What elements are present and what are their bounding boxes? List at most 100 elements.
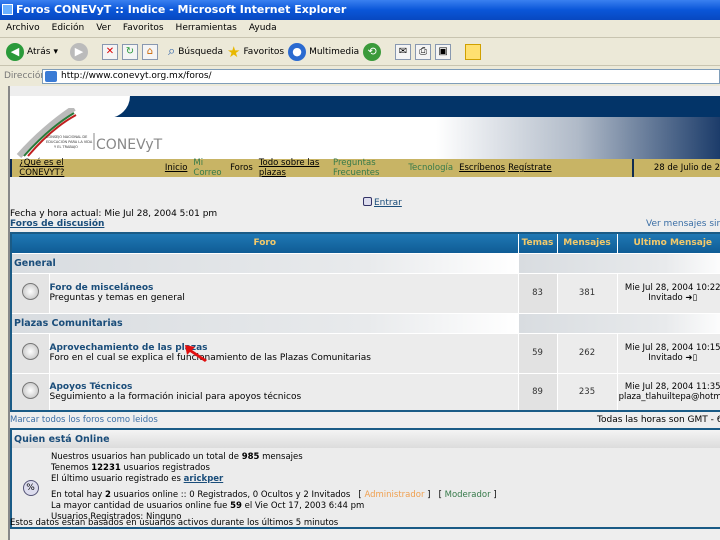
menu-ayuda[interactable]: Ayuda [249, 23, 277, 33]
posts-count: 262 [556, 332, 618, 374]
nav-tecnologia[interactable]: Tecnología [408, 163, 453, 173]
search-icon: ⌕ [167, 44, 176, 59]
toolbar: ◀ Atrás ▾ ▶ ✕ ↻ ⌂ ⌕ Búsqueda ★ Favoritos ● M… [0, 38, 720, 66]
menu-favoritos[interactable]: Favoritos [123, 23, 164, 33]
mouse-pointer-arrow-icon [185, 345, 207, 362]
forum-row: Apoyos Técnicos Seguimiento a la formació… [10, 372, 720, 412]
site-nav: ¿Qué es el CONEVYT? Inicio Mi Correo For… [10, 158, 720, 178]
online-text: usuarios registrados [120, 463, 210, 473]
svg-text:Y EL TRABAJO: Y EL TRABAJO [54, 145, 78, 149]
forum-description: Preguntas y temas en general [49, 293, 185, 303]
home-button[interactable]: ⌂ [141, 43, 158, 60]
last-post-user: plaza_tlahuiltepa@hotma [618, 391, 720, 402]
posts-count: 381 [556, 272, 618, 314]
col-mensajes: Mensajes [556, 232, 618, 254]
nav-divider [10, 159, 13, 177]
online-text: mensajes [259, 452, 303, 462]
login-link[interactable]: Entrar [363, 197, 402, 208]
window-title-bar: Foros CONEVyT :: Indice - Microsoft Inte… [0, 0, 720, 20]
unanswered-posts-link[interactable]: Ver mensajes sin res [646, 219, 720, 229]
forum-row: Foro de misceláneos Preguntas y temas en … [10, 272, 720, 314]
go-to-post-icon[interactable]: ➜▯ [685, 293, 697, 303]
address-input[interactable]: http://www.conevyt.org.mx/foros/ [42, 68, 720, 84]
messenger-button[interactable] [465, 43, 482, 60]
last-post-user: Invitado [648, 353, 683, 363]
svg-text:CONSEJO NACIONAL DE: CONSEJO NACIONAL DE [46, 135, 87, 139]
favorites-button[interactable]: ★ Favoritos [227, 43, 284, 61]
col-ultimo: Ultimo Mensaje [616, 232, 720, 254]
search-button[interactable]: ⌕ Búsqueda [168, 44, 223, 59]
category-row: Plazas Comunitarias [10, 312, 720, 334]
edit-button[interactable]: ▣ [435, 43, 452, 60]
svg-text:EDUCACIÓN PARA LA VIDA: EDUCACIÓN PARA LA VIDA [46, 139, 93, 144]
online-text: el Vie Oct 17, 2003 6:44 pm [241, 501, 365, 511]
topics-count: 83 [517, 272, 558, 314]
forum-title-link[interactable]: Apoyos Técnicos [50, 382, 133, 392]
nav-escribenos[interactable]: Escríbenos [459, 163, 505, 173]
online-text: usuarios online :: 0 Registrados, 0 Ocul… [110, 490, 365, 500]
ie-icon [2, 4, 13, 15]
online-title: Quien está Online [11, 429, 720, 448]
address-bar: Dirección http://www.conevyt.org.mx/foros… [0, 66, 720, 84]
max-online: 59 [230, 501, 242, 511]
online-text: La mayor cantidad de usuarios online fue [51, 501, 231, 511]
online-text: ] [490, 490, 497, 500]
forward-button[interactable]: ▶ [69, 42, 88, 61]
newest-user-link[interactable]: arickper [184, 474, 224, 484]
forum-folder-icon [21, 381, 39, 399]
nav-plazas[interactable]: Todo sobre las plazas [259, 158, 327, 178]
forums-index-link[interactable]: Foros de discusión [10, 219, 104, 229]
stop-button[interactable]: ✕ [101, 43, 118, 60]
total-posts: 985 [241, 452, 260, 462]
media-button[interactable]: ● Multimedia [288, 42, 359, 61]
nav-foros[interactable]: Foros [230, 163, 253, 173]
globe-icon: ● [288, 42, 307, 61]
current-datetime: Fecha y hora actual: Mie Jul 28, 2004 5:… [10, 209, 218, 219]
back-arrow-icon: ◀ [6, 42, 24, 61]
table-header: Foro Temas Mensajes Ultimo Mensaje [10, 232, 720, 254]
mail-button[interactable]: ✉ [395, 43, 412, 60]
nav-inicio[interactable]: Inicio [165, 163, 188, 173]
refresh-button[interactable]: ↻ [121, 43, 138, 60]
online-text: En total hay [51, 490, 105, 500]
timezone-note: Todas las horas son GMT - 6 [597, 415, 720, 425]
svg-text:CONEVyT: CONEVyT [96, 137, 163, 153]
category-plazas[interactable]: Plazas Comunitarias [10, 312, 519, 334]
online-text: ] [ [424, 490, 445, 500]
mark-all-read-link[interactable]: Marcar todos los foros como leidos [10, 415, 158, 425]
col-temas: Temas [517, 232, 558, 254]
menu-ver[interactable]: Ver [96, 23, 111, 33]
menu-bar: Archivo Edición Ver Favoritos Herramientas Ay… [0, 20, 720, 38]
forum-title-link[interactable]: Foro de misceláneos [50, 283, 154, 293]
menu-edicion[interactable]: Edición [52, 23, 85, 33]
print-button[interactable]: ⎙ [415, 43, 432, 60]
col-foro: Foro [10, 232, 519, 254]
menu-archivo[interactable]: Archivo [6, 23, 40, 33]
address-label: Dirección [4, 71, 47, 81]
forum-row: Aprovechamiento de las plazas Foro en el … [10, 332, 720, 374]
nav-divider [631, 159, 634, 177]
who-is-online-panel: Quien está Online % Nuestros usuarios ha… [10, 428, 720, 529]
nav-mi-correo[interactable]: Mi Correo [193, 158, 224, 178]
topics-count: 89 [517, 372, 558, 412]
online-text: El último usuario registrado es [51, 474, 184, 484]
nav-date: 28 de Julio de 2 [653, 163, 720, 173]
last-post-user: Invitado [648, 293, 683, 303]
last-post-date: Mie Jul 28, 2004 11:35 [624, 381, 720, 392]
go-to-post-icon[interactable]: ➜▯ [685, 353, 697, 363]
footnote: Estos datos estan basados en usuarios ac… [10, 518, 339, 528]
nav-que-es[interactable]: ¿Qué es el CONEVYT? [19, 158, 89, 178]
forum-folder-icon [21, 343, 39, 360]
history-button[interactable]: ⟲ [363, 42, 382, 61]
menu-herramientas[interactable]: Herramientas [176, 23, 237, 33]
total-users: 12231 [91, 463, 121, 473]
nav-registrate[interactable]: Regístrate [508, 163, 552, 173]
online-users-icon: % [22, 479, 39, 496]
nav-faq[interactable]: Preguntas Frecuentes [333, 158, 402, 178]
category-row: General [10, 252, 720, 274]
star-icon: ★ [227, 42, 241, 61]
category-general[interactable]: General [10, 252, 519, 274]
back-button[interactable]: ◀ Atrás ▾ [6, 42, 58, 61]
login-icon [363, 197, 372, 206]
window-title: Foros CONEVyT :: Indice - Microsoft Inte… [16, 3, 347, 16]
